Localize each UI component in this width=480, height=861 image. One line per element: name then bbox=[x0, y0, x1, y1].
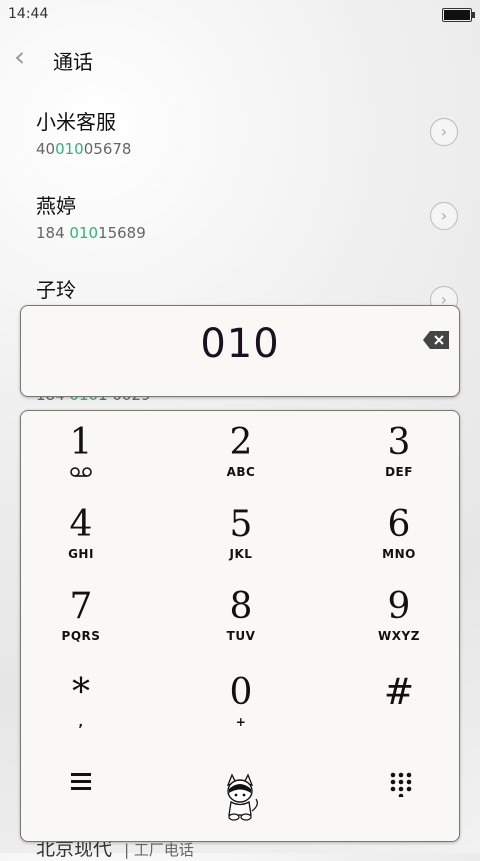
menu-icon[interactable] bbox=[51, 771, 111, 821]
contact-number: 4001005678 bbox=[36, 140, 132, 158]
list-item[interactable]: 燕婷 184 01015689 › bbox=[0, 190, 480, 270]
contact-name: 子玲 bbox=[36, 278, 76, 302]
key-8[interactable]: 8 TUV bbox=[181, 587, 301, 667]
key-5[interactable]: 5 JKL bbox=[181, 505, 301, 585]
key-9[interactable]: 9 WXYZ bbox=[339, 587, 459, 667]
call-button[interactable] bbox=[210, 771, 270, 827]
key-7[interactable]: 7 PQRS bbox=[21, 587, 141, 667]
key-2[interactable]: 2 ABC bbox=[181, 423, 301, 503]
status-time: 14:44 bbox=[8, 6, 49, 22]
contact-number: 184 01015689 bbox=[36, 224, 146, 242]
key-hash[interactable]: # bbox=[339, 673, 459, 753]
voicemail-icon bbox=[70, 467, 92, 477]
keypad: 1 2 ABC 3 DEF 4 GHI 5 JKL 6 MNO 7 PQRS 8 TUV bbox=[20, 410, 460, 842]
contact-name: 小米客服 bbox=[36, 110, 116, 134]
header: ‹ 通话 bbox=[0, 38, 480, 78]
status-bar: 14:44 bbox=[0, 0, 480, 28]
chevron-right-icon[interactable]: › bbox=[430, 202, 458, 230]
keypad-toggle-icon[interactable] bbox=[371, 771, 431, 821]
dial-input-digits: 010 bbox=[200, 321, 280, 367]
key-1[interactable]: 1 bbox=[21, 423, 141, 503]
dial-input[interactable]: 010 bbox=[20, 305, 460, 397]
chevron-left-icon[interactable]: ‹ bbox=[14, 42, 40, 72]
page-title: 通话 bbox=[53, 50, 93, 74]
key-0[interactable]: 0 + bbox=[181, 673, 301, 753]
backspace-icon[interactable] bbox=[422, 330, 450, 350]
battery-icon bbox=[442, 8, 475, 22]
dialer-screen: 14:44 ‹ 通话 小米客服 4001005678 › 燕婷 184 0101… bbox=[0, 0, 480, 860]
list-item[interactable]: 小米客服 4001005678 › bbox=[0, 106, 480, 186]
cartoon-boy-icon bbox=[226, 773, 258, 821]
key-3[interactable]: 3 DEF bbox=[339, 423, 459, 503]
key-4[interactable]: 4 GHI bbox=[21, 505, 141, 585]
key-star[interactable]: *, bbox=[21, 673, 141, 753]
chevron-right-icon[interactable]: › bbox=[430, 118, 458, 146]
contact-name: 燕婷 bbox=[36, 194, 76, 218]
key-6[interactable]: 6 MNO bbox=[339, 505, 459, 585]
